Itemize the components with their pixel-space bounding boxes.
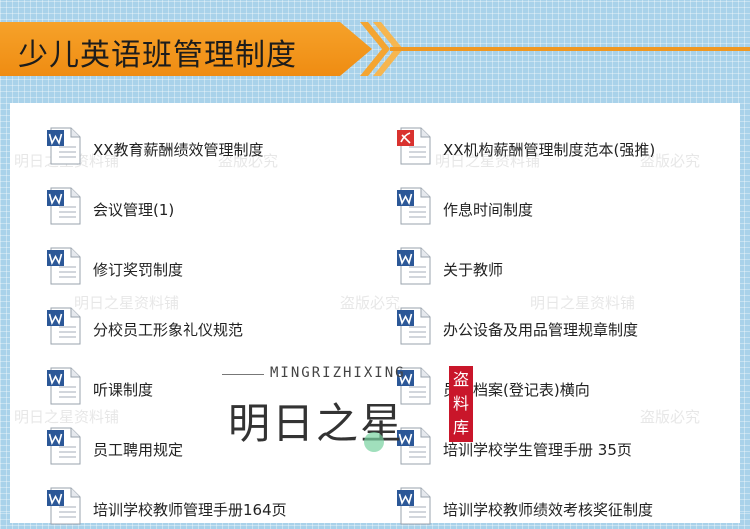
document-label: 作息时间制度 — [443, 201, 534, 219]
header-divider — [390, 47, 750, 51]
word-doc-icon — [47, 307, 81, 345]
watermark-brand: 明日之星资料铺 — [14, 408, 120, 426]
document-label: 关于教师 — [443, 261, 504, 279]
word-doc-icon — [397, 187, 431, 225]
pdf-doc-icon — [397, 127, 431, 165]
document-item[interactable]: 培训学校学生管理手册 35页 — [397, 427, 717, 465]
document-item[interactable]: 修订奖罚制度 — [47, 247, 367, 285]
document-label: XX教育薪酬绩效管理制度 — [93, 141, 264, 159]
document-item[interactable]: 作息时间制度 — [397, 187, 717, 225]
document-item[interactable]: 培训学校教师绩效考核奖征制度 — [397, 487, 717, 525]
seal-text: 盗料库 — [453, 370, 470, 437]
document-item[interactable]: 会议管理(1) — [47, 187, 367, 225]
word-doc-icon — [47, 247, 81, 285]
seal-stamp: 盗料库 — [449, 366, 473, 442]
document-item[interactable]: XX机构薪酬管理制度范本(强推) — [397, 127, 717, 165]
header: 少儿英语班管理制度 — [0, 0, 750, 88]
word-doc-icon — [47, 367, 81, 405]
document-item[interactable]: 分校员工形象礼仪规范 — [47, 307, 367, 345]
word-doc-icon — [397, 487, 431, 525]
document-label: 培训学校教师管理手册164页 — [93, 501, 287, 519]
document-label: 员工聘用规定 — [93, 441, 184, 459]
logo-subtitle: MINGRIZHIXING — [270, 365, 406, 381]
document-label: 会议管理(1) — [93, 201, 175, 219]
document-label: 培训学校学生管理手册 35页 — [443, 441, 632, 459]
document-item[interactable]: XX教育薪酬绩效管理制度 — [47, 127, 367, 165]
document-label: 修订奖罚制度 — [93, 261, 184, 279]
word-doc-icon — [47, 187, 81, 225]
word-doc-icon — [397, 247, 431, 285]
document-item[interactable]: 关于教师 — [397, 247, 717, 285]
document-item[interactable]: 员工档案(登记表)横向 — [397, 367, 717, 405]
word-doc-icon — [47, 487, 81, 525]
logo-dot — [364, 432, 384, 452]
document-label: 分校员工形象礼仪规范 — [93, 321, 244, 339]
document-item[interactable]: 办公设备及用品管理规章制度 — [397, 307, 717, 345]
document-label: 培训学校教师绩效考核奖征制度 — [443, 501, 654, 519]
document-label: XX机构薪酬管理制度范本(强推) — [443, 141, 656, 159]
page-title: 少儿英语班管理制度 — [18, 38, 297, 73]
logo-divider — [222, 374, 264, 375]
watermark-piracy: 盗版必究 — [640, 408, 701, 426]
document-label: 办公设备及用品管理规章制度 — [443, 321, 639, 339]
document-item[interactable]: 培训学校教师管理手册164页 — [47, 487, 367, 525]
word-doc-icon — [47, 127, 81, 165]
document-label: 听课制度 — [93, 381, 154, 399]
word-doc-icon — [47, 427, 81, 465]
word-doc-icon — [397, 307, 431, 345]
